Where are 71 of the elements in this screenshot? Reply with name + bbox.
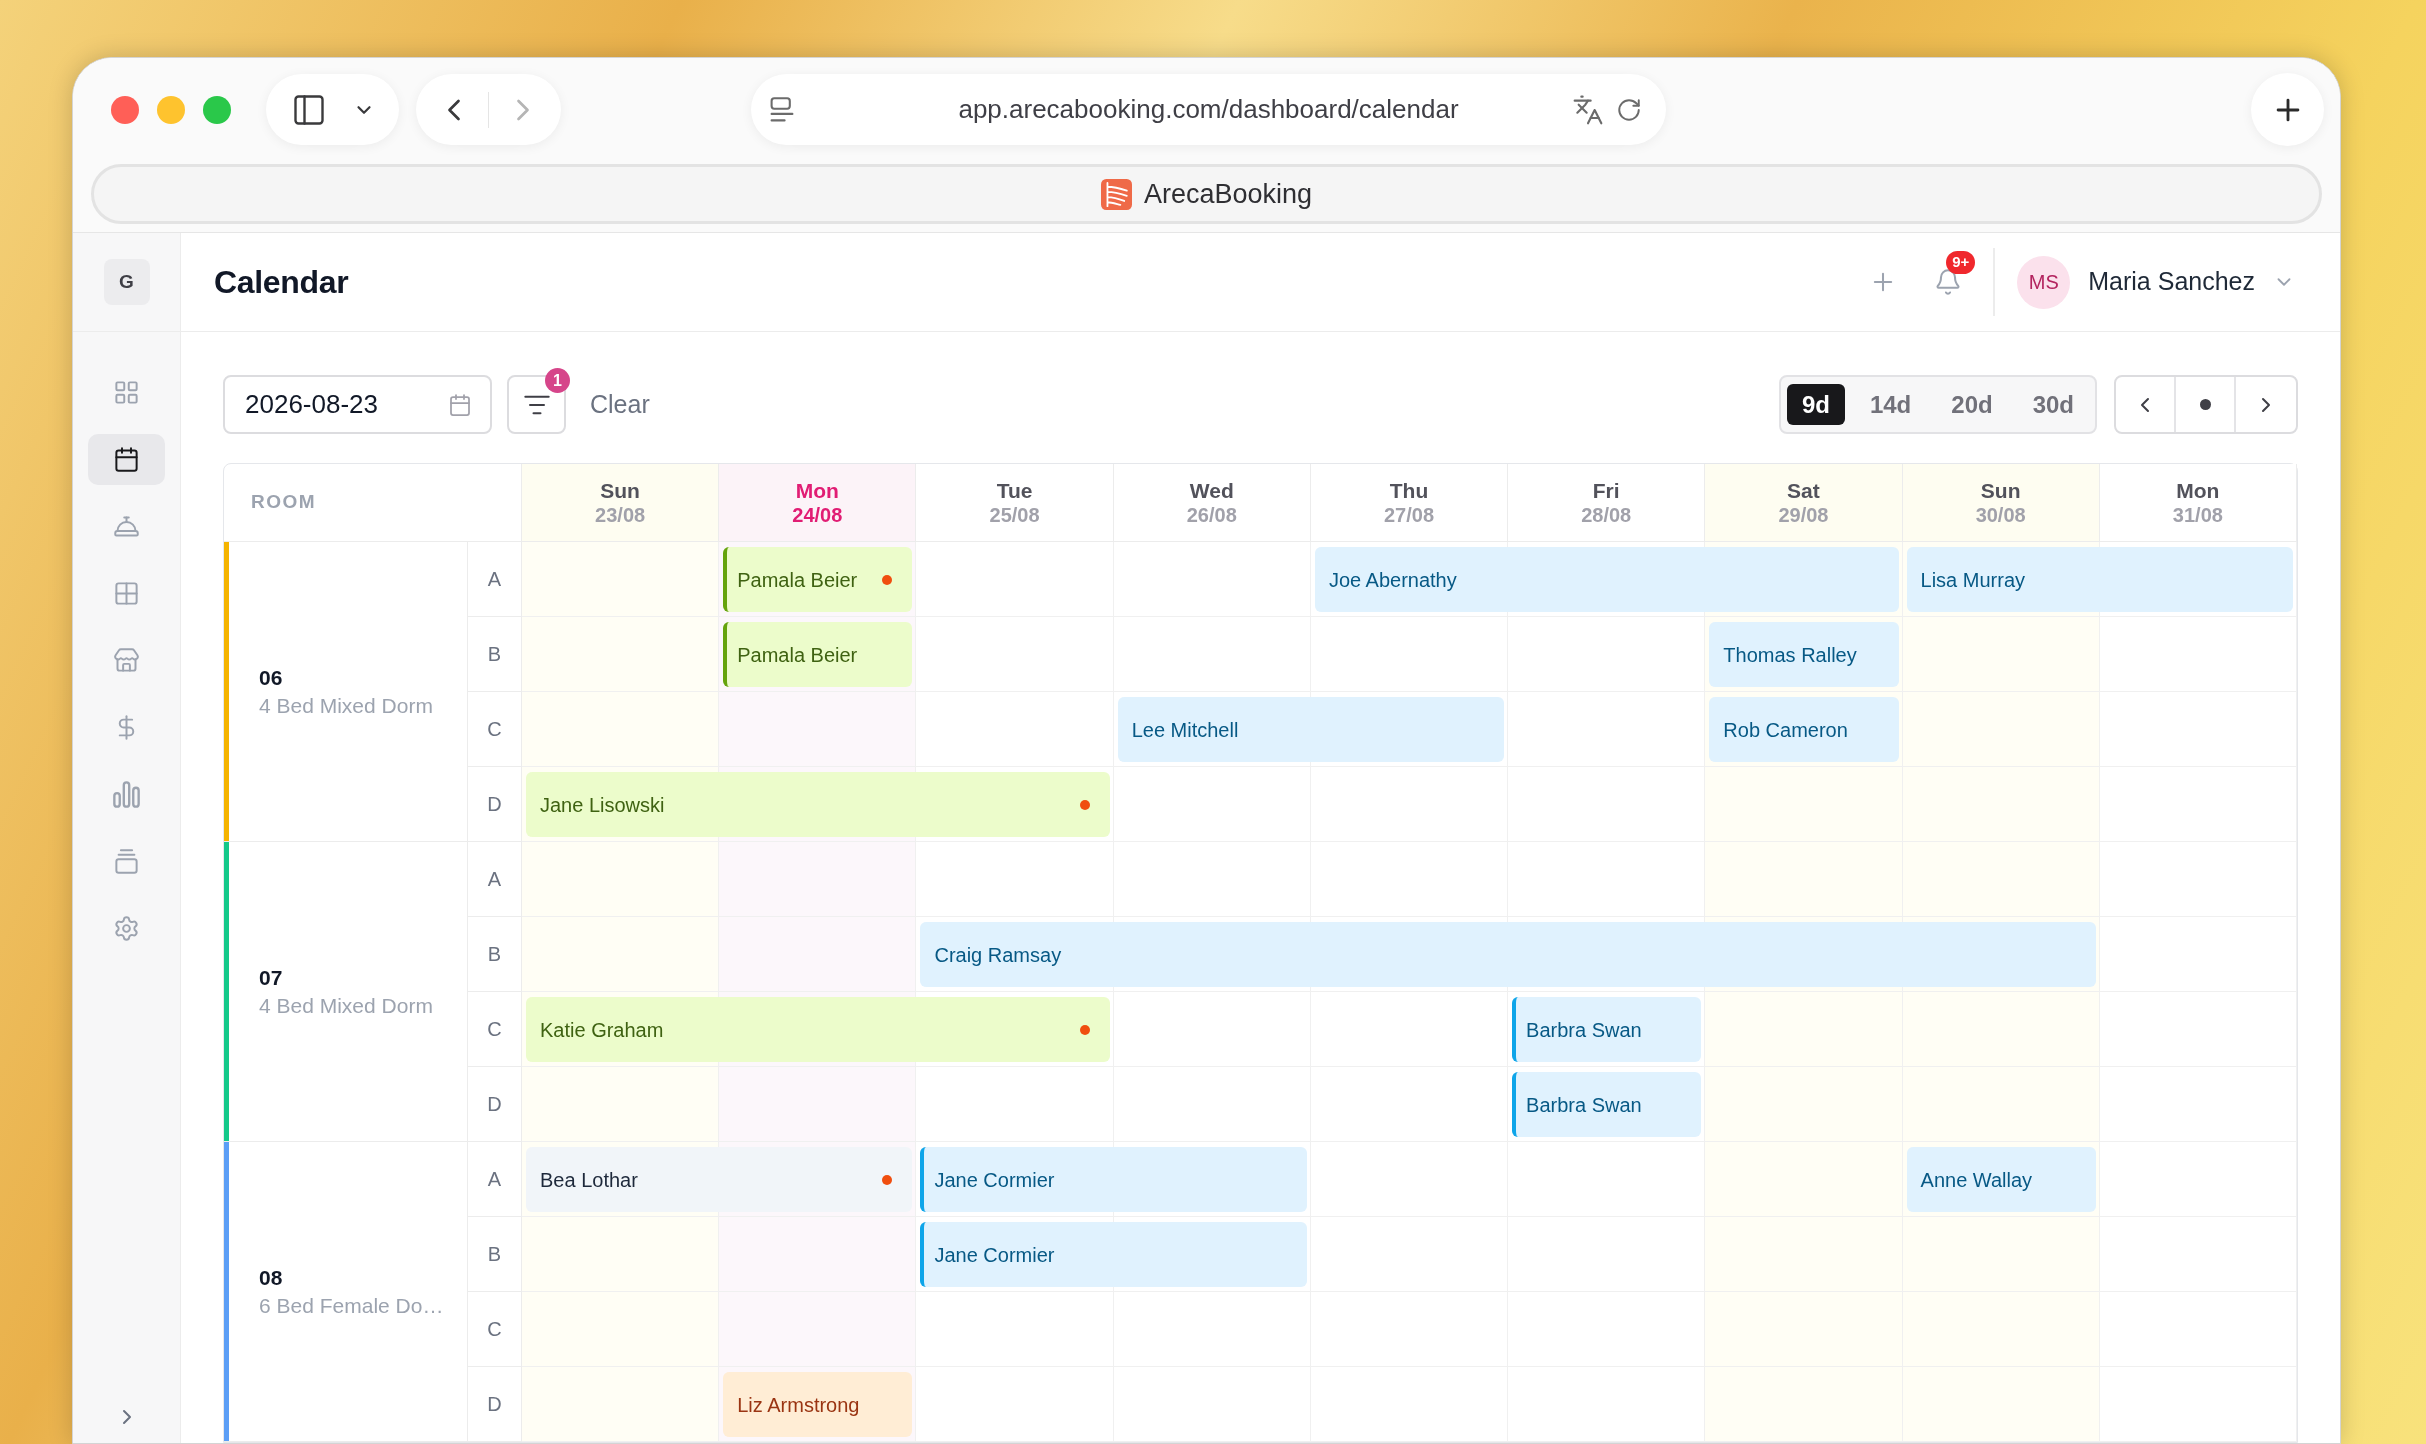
weekday-label: Wed [1189, 478, 1234, 503]
booking-bar[interactable]: Craig Ramsay [920, 922, 2096, 987]
range-tab[interactable]: 14d [1854, 384, 1927, 425]
booking-bar[interactable]: Lee Mitchell [1117, 697, 1505, 762]
date-label: 25/08 [989, 502, 1040, 527]
reload-icon[interactable] [1616, 96, 1642, 123]
room-number: 06 [259, 664, 284, 691]
booking-bar[interactable]: Anne Wallay [1906, 1147, 2096, 1212]
booking-bar[interactable]: Pamala Beier [723, 547, 913, 612]
weekday-label: Tue [996, 478, 1033, 503]
stack-icon[interactable] [113, 848, 140, 875]
page-title: Calendar [214, 263, 349, 302]
date-label: 23/08 [595, 502, 646, 527]
booking-bar[interactable]: Jane Lisowski [526, 772, 1110, 837]
booking-bar[interactable]: Rob Cameron [1709, 697, 1899, 762]
maximize-window-button[interactable] [203, 95, 231, 124]
bar-chart-icon[interactable] [113, 781, 140, 808]
user-avatar[interactable]: MS [2017, 255, 2071, 309]
filter-button[interactable] [507, 375, 566, 434]
user-name[interactable]: Maria Sanchez [2088, 263, 2255, 301]
browser-tab[interactable]: ArecaBooking [91, 164, 2322, 224]
booking-bar[interactable]: Lisa Murray [1906, 547, 2293, 612]
date-label: 27/08 [1383, 502, 1434, 527]
notification-badge: 9+ [1946, 251, 1976, 274]
logo-icon [1100, 178, 1132, 210]
weekday-label: Sun [600, 478, 640, 503]
booking-bar[interactable]: Pamala Beier [723, 622, 913, 687]
room-type: 4 Bed Mixed Dorm [259, 692, 433, 719]
booking-bar[interactable]: Thomas Ralley [1709, 622, 1899, 687]
booking-bar[interactable]: Barbra Swan [1512, 1072, 1702, 1137]
window-grid-icon[interactable] [113, 580, 140, 607]
booking-bar[interactable]: Katie Graham [526, 997, 1110, 1062]
range-tab[interactable]: 30d [2017, 384, 2089, 425]
range-tab[interactable]: 20d [1936, 384, 2008, 425]
room-type: 6 Bed Female Do… [259, 1292, 444, 1319]
nav-button[interactable] [88, 434, 165, 485]
date-label: 30/08 [1975, 502, 2026, 527]
settings-icon[interactable] [113, 915, 140, 942]
booking-bar[interactable]: Jane Cormier [920, 1147, 1307, 1212]
booking-bar[interactable]: Liz Armstrong [723, 1372, 913, 1437]
store-icon[interactable] [113, 647, 140, 674]
clear-button[interactable]: Clear [590, 385, 650, 424]
minimize-window-button[interactable] [157, 95, 185, 124]
date-label: 28/08 [1581, 502, 1632, 527]
workspace-button[interactable]: G [103, 259, 150, 305]
page-icon[interactable] [769, 96, 795, 123]
date-label: 26/08 [1186, 502, 1237, 527]
room-number: 07 [259, 964, 284, 991]
weekday-label: Fri [1592, 478, 1620, 503]
translate-icon[interactable] [1572, 93, 1604, 126]
range-tab[interactable]: 9d [1786, 384, 1845, 425]
weekday-label: Mon [2176, 478, 2220, 503]
weekday-label: Sun [1980, 478, 2021, 503]
room-number: 08 [259, 1264, 284, 1291]
filter-count-badge: 1 [545, 368, 570, 393]
date-label: 29/08 [1778, 502, 1829, 527]
booking-bar[interactable]: Bea Lothar [526, 1147, 913, 1212]
booking-bar[interactable]: Barbra Swan [1512, 997, 1702, 1062]
date-label: 31/08 [2172, 502, 2223, 527]
calendar-icon[interactable] [113, 446, 140, 473]
weekday-label: Thu [1389, 478, 1429, 503]
grid-icon[interactable] [113, 379, 140, 406]
booking-bar[interactable]: Joe Abernathy [1314, 547, 1899, 612]
close-window-button[interactable] [111, 95, 139, 124]
address-bar[interactable]: app.arecabooking.com/dashboard/calendar [751, 74, 1666, 145]
booking-bar[interactable]: Jane Cormier [920, 1222, 1307, 1287]
weekday-label: Sat [1787, 478, 1820, 503]
date-label: 24/08 [792, 502, 843, 527]
date-field[interactable]: 2026-08-23 [223, 375, 492, 434]
weekday-label: Mon [795, 478, 839, 503]
room-type: 4 Bed Mixed Dorm [259, 992, 433, 1019]
